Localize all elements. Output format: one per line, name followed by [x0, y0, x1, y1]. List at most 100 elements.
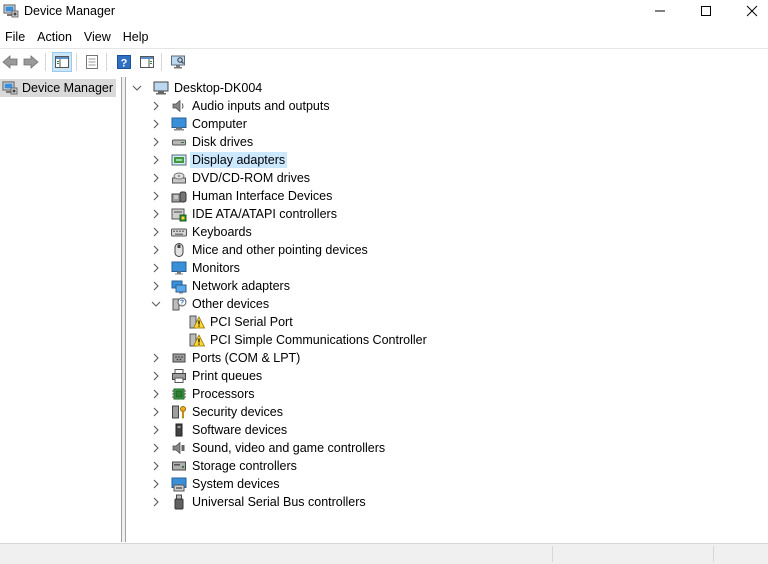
- toolbar-separator: [161, 53, 162, 71]
- show-hide-console-tree-button[interactable]: [52, 52, 72, 72]
- status-divider: [552, 546, 554, 562]
- expand-toggle[interactable]: [150, 475, 162, 493]
- maximize-icon: [701, 6, 711, 16]
- tree-item-label: Audio inputs and outputs: [192, 99, 330, 113]
- forward-button[interactable]: [21, 52, 41, 72]
- tree-item-ide-ata-atapi-controllers[interactable]: IDE ATA/ATAPI controllers: [153, 205, 339, 223]
- expand-toggle[interactable]: [150, 151, 162, 169]
- help-icon: ?: [117, 55, 131, 70]
- tree-item-keyboards[interactable]: Keyboards: [153, 223, 254, 241]
- expand-toggle[interactable]: [150, 97, 162, 115]
- menu-help[interactable]: Help: [117, 26, 155, 46]
- expand-toggle[interactable]: [150, 133, 162, 151]
- toolbar-separator: [45, 53, 46, 71]
- back-button[interactable]: [0, 52, 20, 72]
- status-bar: [0, 543, 768, 564]
- tree-item-sound-video-and-game-controllers[interactable]: Sound, video and game controllers: [153, 439, 387, 457]
- display-adapter-icon: [171, 154, 187, 166]
- tree-item-universal-serial-bus-controllers[interactable]: Universal Serial Bus controllers: [153, 493, 368, 511]
- tree-item-system-devices[interactable]: System devices: [153, 475, 282, 493]
- expand-toggle[interactable]: [150, 187, 162, 205]
- warning-device-icon: [189, 333, 205, 347]
- expand-toggle[interactable]: [150, 439, 162, 457]
- close-button[interactable]: [729, 0, 768, 22]
- maximize-button[interactable]: [683, 0, 729, 22]
- expand-toggle[interactable]: [150, 205, 162, 223]
- warning-device-icon: [189, 315, 205, 329]
- mouse-icon: [174, 243, 184, 257]
- expand-toggle[interactable]: [150, 349, 162, 367]
- tree-item-software-devices[interactable]: Software devices: [153, 421, 289, 439]
- minimize-button[interactable]: [637, 0, 683, 22]
- expand-toggle[interactable]: [150, 493, 162, 511]
- expand-toggle[interactable]: [150, 367, 162, 385]
- tree-item-label: Disk drives: [192, 135, 254, 149]
- printer-icon: [172, 369, 186, 383]
- tree-item-label: Keyboards: [192, 225, 252, 239]
- expand-toggle[interactable]: [150, 115, 162, 133]
- tree-item-computer[interactable]: Computer: [153, 115, 249, 133]
- tree-item-monitors[interactable]: Monitors: [153, 259, 242, 277]
- device-manager-icon: [2, 81, 18, 95]
- chevron-right-icon: [153, 497, 159, 507]
- sound-controller-icon: [172, 441, 185, 455]
- tree-item-print-queues[interactable]: Print queues: [153, 367, 264, 385]
- tree-item-label: Monitors: [192, 261, 240, 275]
- scan-hardware-icon: [171, 55, 185, 69]
- toolbar: ?: [0, 48, 768, 75]
- collapse-toggle[interactable]: [150, 295, 162, 313]
- tree-item-human-interface-devices[interactable]: Human Interface Devices: [153, 187, 334, 205]
- tree-item-dvd-cd-rom-drives[interactable]: DVD/CD-ROM drives: [153, 169, 312, 187]
- tree-item-other-devices[interactable]: ? Other devices: [151, 295, 271, 313]
- tree-item-label: Processors: [192, 387, 255, 401]
- tree-item-label: Mice and other pointing devices: [192, 243, 368, 257]
- tree-item-network-adapters[interactable]: Network adapters: [153, 277, 292, 295]
- tree-root-computer[interactable]: Desktop-DK004: [132, 79, 264, 97]
- toolbar-separator: [76, 53, 77, 71]
- expand-toggle[interactable]: [150, 403, 162, 421]
- scan-hardware-button[interactable]: [168, 52, 188, 72]
- expand-toggle[interactable]: [150, 169, 162, 187]
- tree-item-mice-and-other-pointing-devices[interactable]: Mice and other pointing devices: [153, 241, 370, 259]
- chevron-right-icon: [153, 461, 159, 471]
- hid-icon: [171, 191, 187, 203]
- chevron-right-icon: [153, 137, 159, 147]
- tree-item-label: Sound, video and game controllers: [192, 441, 386, 455]
- chevron-right-icon: [153, 389, 159, 399]
- tree-item-security-devices[interactable]: Security devices: [153, 403, 285, 421]
- chevron-down-icon: [132, 85, 142, 91]
- action-pane-button[interactable]: [137, 52, 157, 72]
- dvd-drive-icon: [172, 172, 186, 184]
- menu-file[interactable]: File: [0, 26, 31, 46]
- svg-text:?: ?: [121, 58, 128, 70]
- tree-item-display-adapters[interactable]: Display adapters: [153, 151, 288, 169]
- monitor-icon: [171, 261, 187, 275]
- tree-item-storage-controllers[interactable]: Storage controllers: [153, 457, 299, 475]
- properties-button[interactable]: [82, 52, 102, 72]
- tree-item-ports-com-lpt[interactable]: Ports (COM & LPT): [153, 349, 302, 367]
- tree-item-pci-simple-communications-controller[interactable]: PCI Simple Communications Controller: [189, 331, 429, 349]
- console-tree-item-device-manager[interactable]: Device Manager: [0, 79, 117, 97]
- tree-item-processors[interactable]: Processors: [153, 385, 257, 403]
- menu-view[interactable]: View: [78, 26, 117, 46]
- tree-item-label: Universal Serial Bus controllers: [192, 495, 366, 509]
- chevron-right-icon: [153, 101, 159, 111]
- tree-item-disk-drives[interactable]: Disk drives: [153, 133, 255, 151]
- chevron-down-icon: [151, 301, 161, 307]
- expand-toggle[interactable]: [150, 241, 162, 259]
- expand-toggle[interactable]: [150, 259, 162, 277]
- collapse-toggle[interactable]: [131, 79, 143, 97]
- chevron-right-icon: [153, 245, 159, 255]
- tree-item-label: Network adapters: [192, 279, 290, 293]
- expand-toggle[interactable]: [150, 457, 162, 475]
- expand-toggle[interactable]: [150, 223, 162, 241]
- tree-item-audio-inputs-and-outputs[interactable]: Audio inputs and outputs: [153, 97, 332, 115]
- expand-toggle[interactable]: [150, 421, 162, 439]
- expand-toggle[interactable]: [150, 277, 162, 295]
- tree-item-label: PCI Serial Port: [210, 315, 293, 329]
- expand-toggle[interactable]: [150, 385, 162, 403]
- help-button[interactable]: ?: [114, 52, 134, 72]
- tree-item-pci-serial-port[interactable]: PCI Serial Port: [189, 313, 295, 331]
- menu-action[interactable]: Action: [31, 26, 78, 46]
- menu-bar: File Action View Help: [0, 26, 155, 46]
